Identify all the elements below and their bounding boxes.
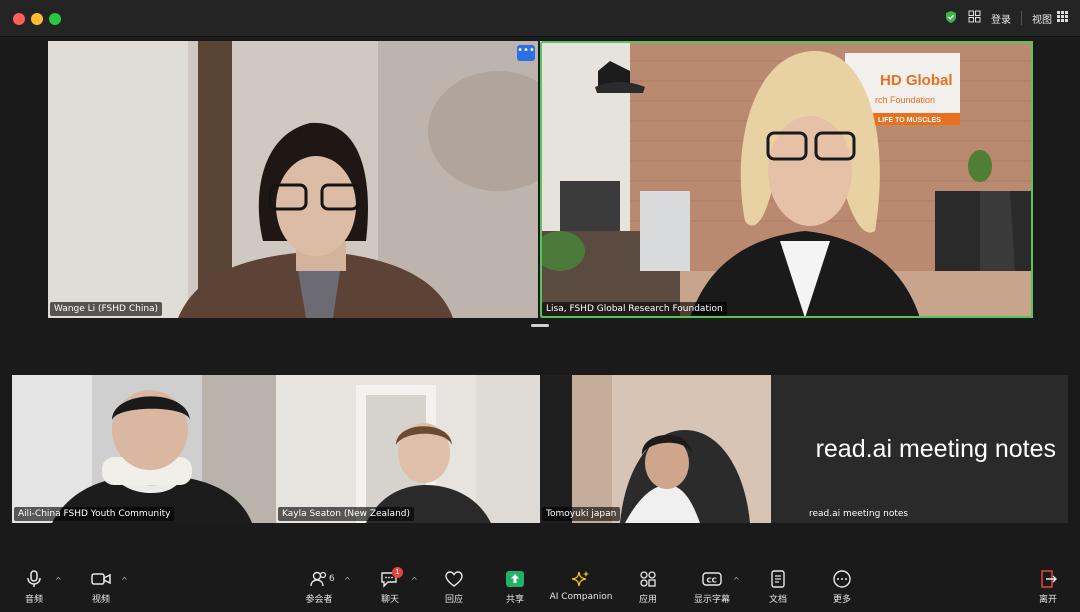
leave-label: 离开 xyxy=(1038,595,1057,605)
view-label: 视图 xyxy=(1032,14,1052,26)
backdrop-sign-line2: rch Foundation xyxy=(875,95,935,105)
heart-icon xyxy=(444,570,464,588)
closed-captions-icon: CC xyxy=(702,570,722,588)
video-camera-icon xyxy=(91,570,111,588)
chat-unread-badge: 1 xyxy=(392,567,403,578)
document-icon xyxy=(768,570,788,588)
captions-options-caret-icon[interactable]: ^ xyxy=(733,576,740,585)
svg-text:CC: CC xyxy=(707,577,717,585)
video-feed xyxy=(12,375,276,523)
video-tile-aili[interactable]: Aili-China FSHD Youth Community xyxy=(12,375,276,523)
participant-name: Kayla Seaton (New Zealand) xyxy=(278,507,414,521)
participants-icon xyxy=(309,570,329,588)
resize-handle[interactable] xyxy=(531,324,549,327)
share-screen-icon xyxy=(505,570,525,588)
participant-name: Wange Li (FSHD China) xyxy=(50,302,163,316)
participants-count: 6 xyxy=(329,574,335,584)
chat-label: 聊天 xyxy=(380,595,399,605)
backdrop-sign-line1: HD Global xyxy=(880,72,953,89)
grid-icon[interactable] xyxy=(968,10,981,26)
video-label: 视频 xyxy=(91,595,110,605)
view-button[interactable]: 视图 xyxy=(1032,11,1068,26)
maximize-window-button[interactable] xyxy=(49,13,61,25)
captions-label: 显示字幕 xyxy=(693,595,730,605)
video-feed xyxy=(540,375,804,523)
video-tile-readai[interactable]: read.ai meeting notes read.ai meeting no… xyxy=(771,375,1068,523)
participants-label: 参会者 xyxy=(305,595,333,605)
video-tile-tomoyuki[interactable]: Tomoyuki japan xyxy=(540,375,804,523)
ai-companion-button[interactable]: AI Companion xyxy=(549,570,613,602)
participant-name: read.ai meeting notes xyxy=(809,509,909,519)
video-tile-wange-li[interactable]: ••• Wange Li (FSHD China) xyxy=(48,41,538,318)
leave-button[interactable]: 离开 xyxy=(1016,570,1080,605)
leave-door-icon xyxy=(1038,570,1058,588)
meeting-toolbar: 音频 ^ 视频 ^ 6 参会者 ^ 1 聊天 ^ 回应 共享 AI Compan… xyxy=(0,560,1080,612)
apps-label: 应用 xyxy=(638,595,657,605)
reactions-label: 回应 xyxy=(444,595,463,605)
video-options-caret-icon[interactable]: ^ xyxy=(121,576,128,585)
apps-button[interactable]: 应用 xyxy=(616,570,680,605)
ai-companion-label: AI Companion xyxy=(549,592,613,602)
login-button[interactable]: 登录 xyxy=(991,11,1011,26)
video-feed: HD Global rch Foundation LIFE TO MUSCLES xyxy=(540,41,1033,318)
video-feed xyxy=(48,41,538,318)
readai-display-text: read.ai meeting notes xyxy=(815,435,1056,463)
video-tile-lisa[interactable]: HD Global rch Foundation LIFE TO MUSCLES… xyxy=(540,41,1033,318)
participant-name: Aili-China FSHD Youth Community xyxy=(14,507,175,521)
docs-button[interactable]: 文档 xyxy=(746,570,810,605)
participant-name: Lisa, FSHD Global Research Foundation xyxy=(542,302,727,316)
close-window-button[interactable] xyxy=(13,13,25,25)
participants-options-caret-icon[interactable]: ^ xyxy=(344,576,351,585)
share-button[interactable]: 共享 xyxy=(483,570,547,605)
shield-check-icon[interactable] xyxy=(944,10,958,27)
apps-icon xyxy=(638,570,658,588)
chat-options-caret-icon[interactable]: ^ xyxy=(411,576,418,585)
audio-label: 音频 xyxy=(24,595,43,605)
sparkle-icon xyxy=(571,570,591,588)
gallery-view-icon xyxy=(1057,11,1068,25)
titlebar-separator xyxy=(1021,11,1022,25)
more-options-button[interactable]: ••• xyxy=(517,45,535,61)
more-button[interactable]: 更多 xyxy=(810,570,874,605)
more-dots-icon xyxy=(832,570,852,588)
video-feed xyxy=(276,375,540,523)
audio-options-caret-icon[interactable]: ^ xyxy=(55,576,62,585)
share-label: 共享 xyxy=(505,595,524,605)
reactions-button[interactable]: 回应 xyxy=(422,570,486,605)
backdrop-sign-line3: LIFE TO MUSCLES xyxy=(878,117,941,124)
more-label: 更多 xyxy=(832,595,851,605)
video-tile-kayla[interactable]: Kayla Seaton (New Zealand) xyxy=(276,375,540,523)
title-bar: 登录 视图 xyxy=(0,0,1080,37)
docs-label: 文档 xyxy=(768,595,787,605)
participants-button[interactable]: 6 参会者 xyxy=(287,570,351,605)
microphone-icon xyxy=(25,570,43,588)
minimize-window-button[interactable] xyxy=(31,13,43,25)
participant-name: Tomoyuki japan xyxy=(542,507,621,521)
